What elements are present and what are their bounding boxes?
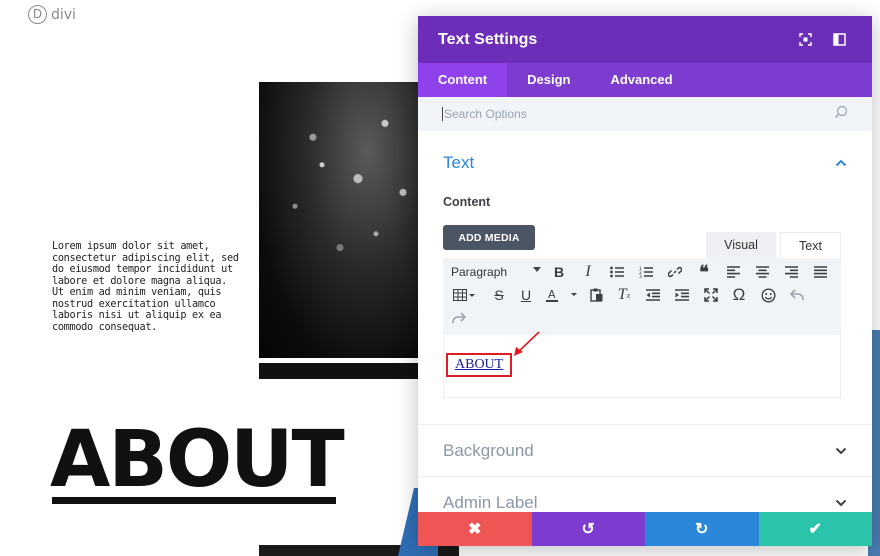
text-settings-modal: Text Settings Content Design Advanced Te… [418, 16, 872, 546]
align-left-icon[interactable] [722, 261, 744, 283]
underline-icon[interactable]: U [515, 284, 537, 306]
redo-icon: ↻ [695, 521, 709, 538]
tab-design[interactable]: Design [507, 63, 590, 97]
divi-logo-text: divi [51, 6, 76, 23]
text-color-icon[interactable]: A [542, 284, 582, 306]
section-background-header[interactable]: Background [443, 441, 847, 461]
emoji-icon[interactable] [757, 284, 779, 306]
italic-icon[interactable]: I [577, 261, 599, 283]
numbered-list-icon[interactable]: 123 [635, 261, 657, 283]
content-field-label: Content [443, 195, 491, 209]
paragraph-format-select[interactable]: Paragraph [451, 263, 543, 281]
undo-button[interactable]: ↺ [531, 512, 645, 546]
section-divider [418, 424, 872, 425]
sidebar-toggle-icon[interactable] [826, 27, 852, 53]
tab-advanced[interactable]: Advanced [590, 63, 692, 97]
divi-logo-mark: D [28, 5, 47, 24]
search-icon[interactable] [834, 105, 848, 124]
checkmark-icon: ✔ [808, 521, 822, 538]
chevron-up-icon[interactable] [835, 154, 847, 172]
link-icon[interactable] [664, 261, 686, 283]
section-background-title: Background [443, 441, 534, 460]
fullscreen-icon[interactable] [700, 284, 722, 306]
align-center-icon[interactable] [751, 261, 773, 283]
editor-about-link[interactable]: ABOUT [446, 353, 513, 377]
chevron-down-icon[interactable] [835, 442, 847, 460]
builder-canvas: D divi Lorem ipsum dolor sit amet, conse… [0, 0, 880, 556]
svg-text:3: 3 [639, 274, 642, 278]
photo-strip [259, 363, 439, 379]
modal-tabs: Content Design Advanced [418, 63, 872, 97]
bold-icon[interactable]: B [548, 261, 570, 283]
indent-icon[interactable] [671, 284, 693, 306]
paste-icon[interactable] [585, 284, 607, 306]
blockquote-icon[interactable]: ❝ [693, 261, 715, 283]
close-icon: ✖ [468, 521, 482, 538]
section-admin-label-header[interactable]: Admin Label [443, 493, 847, 513]
align-right-icon[interactable] [780, 261, 802, 283]
section-text-header[interactable]: Text [443, 153, 847, 173]
undo-icon: ↺ [581, 521, 595, 538]
modal-title: Text Settings [438, 30, 538, 48]
section-divider [418, 476, 872, 477]
paragraph-format-value: Paragraph [451, 265, 508, 279]
strikethrough-icon[interactable]: S [488, 284, 510, 306]
outdent-icon[interactable] [642, 284, 664, 306]
editor-tab-text[interactable]: Text [780, 232, 841, 258]
search-input[interactable] [442, 107, 834, 121]
background-photo [259, 82, 439, 358]
clear-format-icon[interactable]: Tx [613, 284, 635, 306]
caret-down-icon [533, 267, 541, 272]
modal-footer: ✖ ↺ ↻ ✔ [418, 512, 872, 546]
cancel-button[interactable]: ✖ [418, 512, 532, 546]
search-bar [418, 97, 872, 131]
annotation-arrow-icon [514, 331, 540, 356]
divi-logo[interactable]: D divi [28, 5, 76, 24]
redo-icon[interactable] [448, 307, 470, 329]
bullet-list-icon[interactable] [606, 261, 628, 283]
editor-tab-visual[interactable]: Visual [706, 232, 776, 258]
tab-content[interactable]: Content [418, 63, 508, 97]
section-text-title: Text [443, 153, 475, 172]
editor-toolbar: Paragraph B I 123 ❝ S U A T x Ω [443, 258, 841, 335]
chevron-down-icon[interactable] [835, 494, 847, 512]
omega-icon[interactable]: Ω [728, 284, 750, 306]
lorem-paragraph: Lorem ipsum dolor sit amet, consectetur … [52, 241, 239, 333]
add-media-button[interactable]: ADD MEDIA [443, 225, 535, 250]
save-button[interactable]: ✔ [758, 512, 872, 546]
content-editor[interactable]: ABOUT [443, 335, 841, 398]
svg-text:A: A [548, 288, 556, 301]
undo-icon[interactable] [786, 284, 808, 306]
about-heading: ABOUT [50, 415, 345, 505]
section-admin-label-title: Admin Label [443, 493, 538, 512]
expand-icon[interactable] [792, 27, 818, 53]
table-icon[interactable] [451, 284, 479, 306]
redo-button[interactable]: ↻ [645, 512, 759, 546]
modal-header: Text Settings [418, 16, 872, 63]
about-underline [52, 497, 336, 504]
align-justify-icon[interactable] [809, 261, 831, 283]
